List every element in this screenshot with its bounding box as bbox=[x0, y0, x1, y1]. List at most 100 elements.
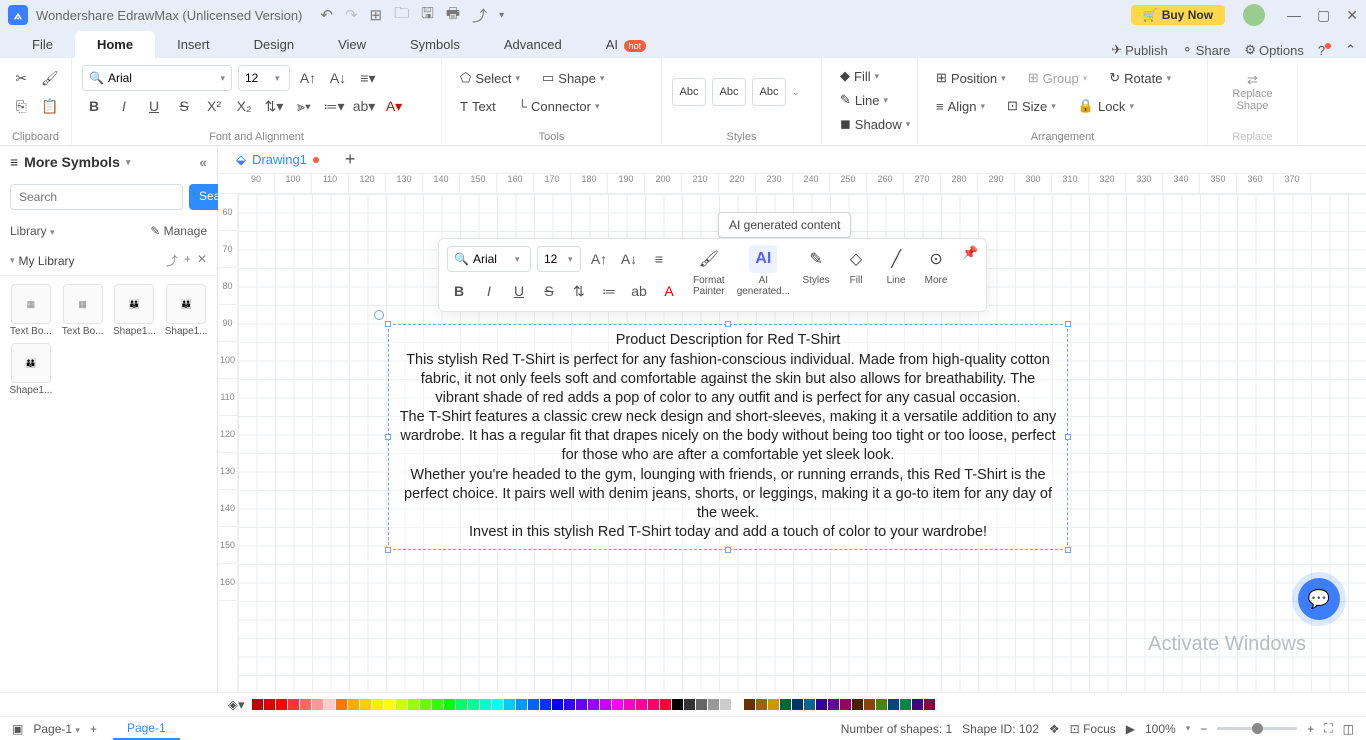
color-swatch[interactable] bbox=[564, 699, 575, 710]
symbol-item[interactable]: ▦Text Bo... bbox=[8, 284, 54, 337]
color-swatch[interactable] bbox=[612, 699, 623, 710]
color-swatch[interactable] bbox=[720, 699, 731, 710]
zoom-out-button[interactable]: − bbox=[1200, 722, 1207, 736]
connector-tool[interactable]: └ Connector ▾ bbox=[510, 95, 608, 118]
manage-link[interactable]: ✎ Manage bbox=[150, 224, 207, 238]
font-color-icon[interactable]: A▾ bbox=[382, 94, 406, 118]
color-swatch[interactable] bbox=[396, 699, 407, 710]
align-icon[interactable]: ≡▾ bbox=[356, 66, 380, 90]
undo-icon[interactable]: ↶ bbox=[320, 6, 333, 24]
open-icon[interactable]: 🗀 bbox=[394, 3, 409, 28]
add-page-button[interactable]: + bbox=[90, 722, 97, 736]
color-swatch[interactable] bbox=[360, 699, 371, 710]
text-content[interactable]: Product Description for Red T-Shirt This… bbox=[399, 331, 1057, 542]
tab-symbols[interactable]: Symbols bbox=[388, 31, 482, 58]
color-swatch[interactable] bbox=[696, 699, 707, 710]
minimize-icon[interactable]: — bbox=[1287, 7, 1301, 24]
canvas[interactable]: AI generated content 🔍 ▾ ▾ A↑ A↓ ≡ B I U bbox=[238, 194, 1366, 692]
ft-align-icon[interactable]: ≡ bbox=[647, 247, 671, 271]
zoom-in-button[interactable]: + bbox=[1307, 722, 1314, 736]
size-menu[interactable]: ⊡ Size▾ bbox=[999, 94, 1064, 118]
color-swatch[interactable] bbox=[888, 699, 899, 710]
options-button[interactable]: ⚙ Options bbox=[1244, 42, 1303, 58]
color-swatch[interactable] bbox=[744, 699, 755, 710]
color-swatch[interactable] bbox=[312, 699, 323, 710]
color-swatch[interactable] bbox=[900, 699, 911, 710]
color-swatch[interactable] bbox=[756, 699, 767, 710]
ft-bold-icon[interactable]: B bbox=[447, 279, 471, 303]
ft-italic-icon[interactable]: I bbox=[477, 279, 501, 303]
ft-highlight-icon[interactable]: ab bbox=[627, 279, 651, 303]
page-selector[interactable]: Page-1 ▾ bbox=[33, 722, 80, 736]
color-swatch[interactable] bbox=[636, 699, 647, 710]
replace-shape-icon[interactable]: ⇄ bbox=[1247, 72, 1258, 88]
font-name-select[interactable]: 🔍 ▾ bbox=[82, 65, 232, 91]
styles-expand-icon[interactable]: ⌄ bbox=[792, 87, 800, 98]
shape-tool[interactable]: ▭ Shape ▾ bbox=[534, 66, 612, 90]
color-swatch[interactable] bbox=[300, 699, 311, 710]
ft-line[interactable]: ╱Line bbox=[882, 245, 910, 286]
resize-handle[interactable] bbox=[1065, 321, 1071, 327]
panels-icon[interactable]: ◫ bbox=[1343, 722, 1354, 736]
focus-button[interactable]: ⊡ Focus bbox=[1070, 722, 1116, 736]
color-swatch[interactable] bbox=[324, 699, 335, 710]
publish-button[interactable]: ✈ Publish bbox=[1111, 42, 1168, 58]
color-swatch[interactable] bbox=[648, 699, 659, 710]
color-swatch[interactable] bbox=[504, 699, 515, 710]
collapse-ribbon-icon[interactable]: ⌃ bbox=[1345, 42, 1356, 58]
color-swatch[interactable] bbox=[864, 699, 875, 710]
ft-font-select[interactable]: 🔍 ▾ bbox=[447, 246, 531, 272]
color-swatch[interactable] bbox=[780, 699, 791, 710]
color-swatch[interactable] bbox=[852, 699, 863, 710]
tab-file[interactable]: File bbox=[10, 31, 75, 58]
color-swatch[interactable] bbox=[288, 699, 299, 710]
ft-bullets-icon[interactable]: ≔ bbox=[597, 279, 621, 303]
lock-menu[interactable]: 🔒 Lock▾ bbox=[1070, 94, 1142, 118]
decrease-font-icon[interactable]: A↓ bbox=[326, 66, 350, 90]
tab-insert[interactable]: Insert bbox=[155, 31, 232, 58]
tab-home[interactable]: Home bbox=[75, 31, 155, 58]
rotate-menu[interactable]: ↻ Rotate▾ bbox=[1101, 66, 1179, 90]
document-tab-drawing1[interactable]: ⬙ Drawing1 bbox=[224, 148, 331, 172]
color-swatch[interactable] bbox=[432, 699, 443, 710]
color-swatch[interactable] bbox=[732, 699, 743, 710]
color-swatch[interactable] bbox=[528, 699, 539, 710]
color-swatch[interactable] bbox=[468, 699, 479, 710]
shadow-menu[interactable]: ◼ Shadow▾ bbox=[832, 112, 907, 136]
ft-dec-font-icon[interactable]: A↓ bbox=[617, 247, 641, 271]
ft-format-painter[interactable]: 🖌Format Painter bbox=[693, 245, 725, 297]
ft-inc-font-icon[interactable]: A↑ bbox=[587, 247, 611, 271]
presentation-icon[interactable]: ▶ bbox=[1126, 722, 1135, 736]
fill-menu[interactable]: ◆ Fill▾ bbox=[832, 64, 907, 88]
color-swatch[interactable] bbox=[792, 699, 803, 710]
resize-handle[interactable] bbox=[385, 547, 391, 553]
color-swatch[interactable] bbox=[924, 699, 935, 710]
color-swatch[interactable] bbox=[708, 699, 719, 710]
color-swatch[interactable] bbox=[576, 699, 587, 710]
ft-spacing-icon[interactable]: ⇅ bbox=[567, 279, 591, 303]
color-swatch[interactable] bbox=[840, 699, 851, 710]
color-swatch[interactable] bbox=[768, 699, 779, 710]
print-icon[interactable]: 🖶 bbox=[446, 3, 460, 28]
zoom-slider[interactable] bbox=[1217, 727, 1297, 730]
color-swatch[interactable] bbox=[624, 699, 635, 710]
ft-pin-icon[interactable]: 📌 bbox=[962, 245, 978, 261]
notifications-icon[interactable]: ? bbox=[1318, 43, 1331, 58]
ft-styles[interactable]: ✎Styles bbox=[802, 245, 830, 286]
style-preset-2[interactable]: Abc bbox=[712, 78, 746, 106]
color-swatch[interactable] bbox=[552, 699, 563, 710]
select-tool[interactable]: ⬠ Select ▾ bbox=[452, 66, 528, 90]
color-swatch[interactable] bbox=[384, 699, 395, 710]
add-document-button[interactable]: + bbox=[337, 149, 364, 170]
color-swatch[interactable] bbox=[408, 699, 419, 710]
color-swatch[interactable] bbox=[456, 699, 467, 710]
collapse-panel-icon[interactable]: « bbox=[199, 154, 207, 170]
selected-text-box[interactable]: Product Description for Red T-Shirt This… bbox=[388, 324, 1068, 550]
group-menu[interactable]: ⊞ Group▾ bbox=[1020, 66, 1096, 90]
indent-icon[interactable]: ⫸▾ bbox=[292, 94, 316, 118]
color-swatch[interactable] bbox=[600, 699, 611, 710]
tab-advanced[interactable]: Advanced bbox=[482, 31, 584, 58]
symbol-item[interactable]: 👪Shape1... bbox=[8, 343, 54, 396]
underline-icon[interactable]: U bbox=[142, 94, 166, 118]
page-tab-1[interactable]: Page-1 bbox=[113, 718, 180, 740]
